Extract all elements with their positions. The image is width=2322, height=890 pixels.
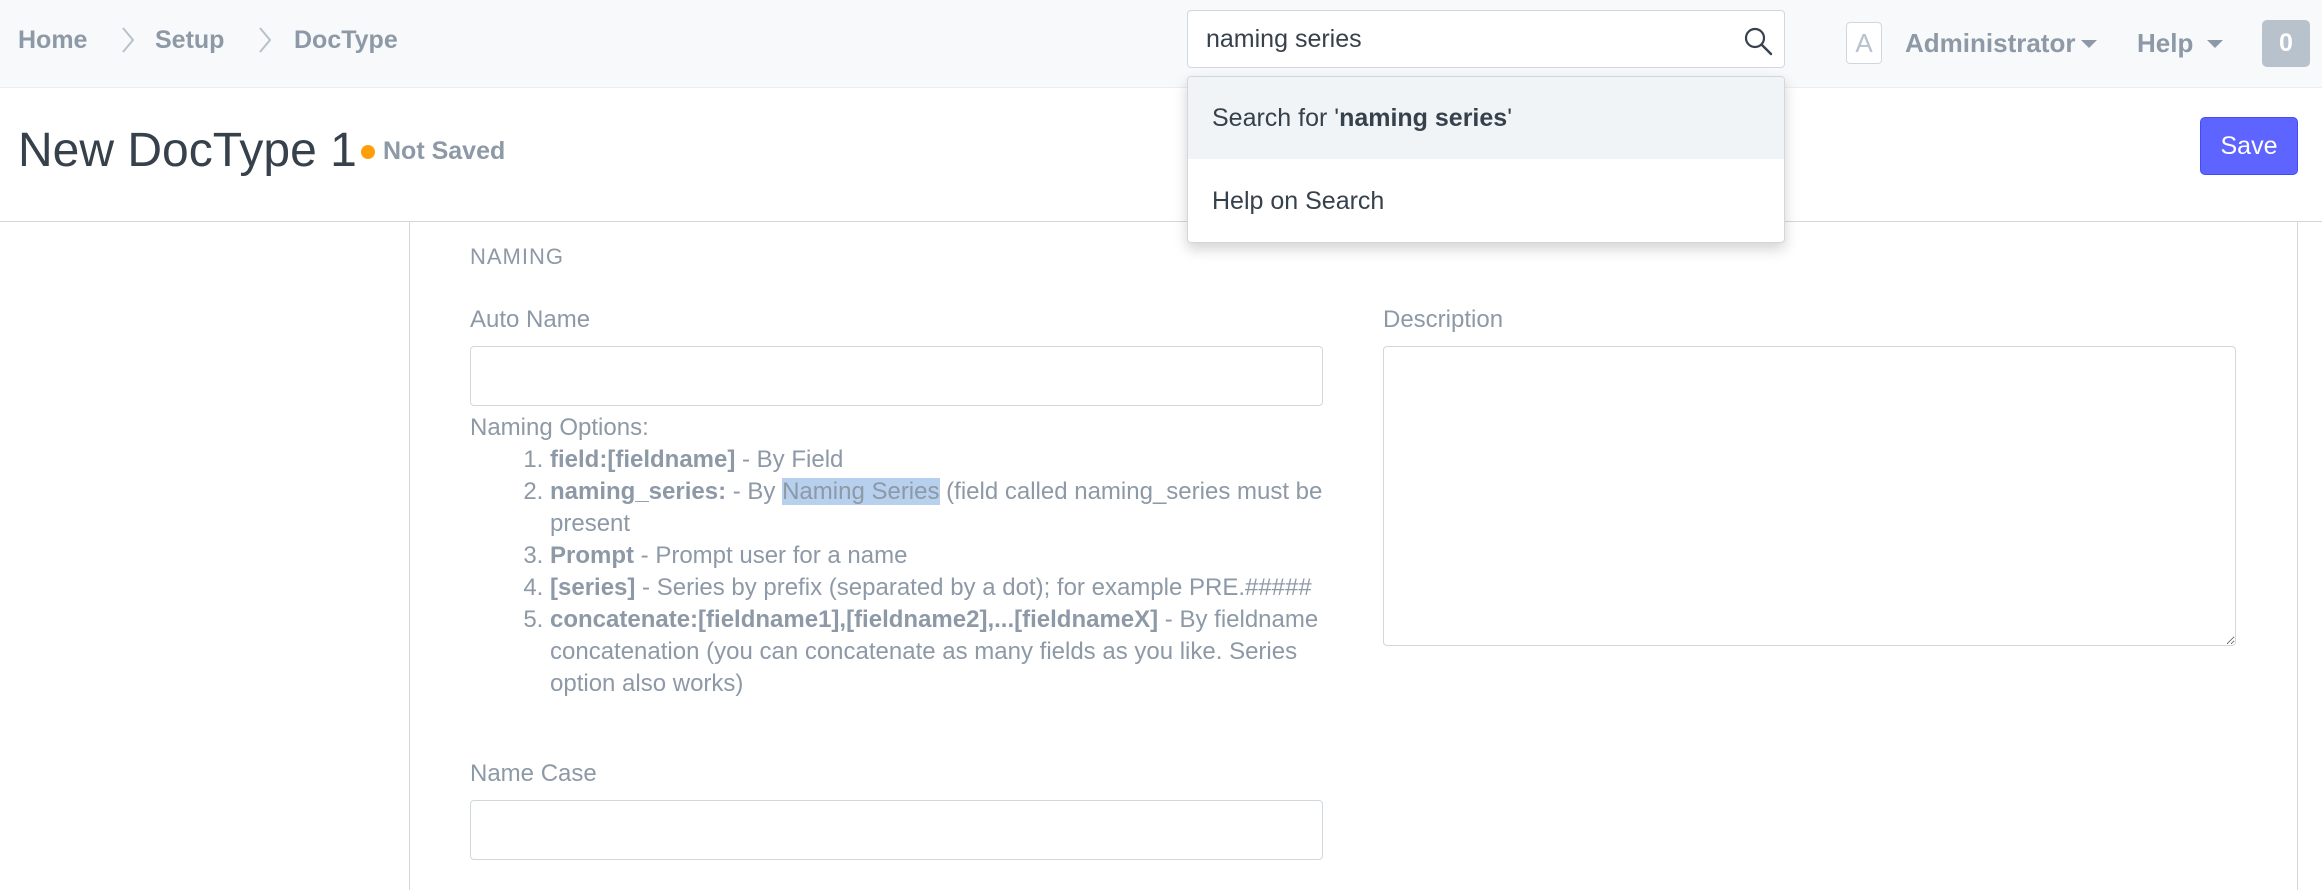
- list-item: concatenate:[fieldname1],[fieldname2],..…: [550, 604, 1325, 700]
- save-button[interactable]: Save: [2200, 117, 2298, 175]
- auto-name-input[interactable]: [470, 346, 1323, 406]
- description-textarea[interactable]: [1383, 346, 2236, 646]
- selected-text: Naming Series: [782, 478, 940, 505]
- description-label: Description: [1383, 306, 1504, 333]
- naming-options-list: field:[fieldname] - By Field naming_seri…: [470, 444, 1325, 700]
- breadcrumb-home[interactable]: Home: [18, 26, 87, 55]
- notifications-badge[interactable]: 0: [2262, 20, 2310, 67]
- chevron-right-icon: [122, 27, 135, 53]
- page-title: New DocType 1: [18, 124, 357, 177]
- awesomebar-search[interactable]: [1187, 10, 1785, 68]
- name-case-label: Name Case: [470, 760, 597, 787]
- naming-options-title: Naming Options:: [470, 414, 649, 441]
- search-input[interactable]: [1206, 23, 1726, 55]
- list-item: field:[fieldname] - By Field: [550, 444, 1325, 476]
- chevron-right-icon: [259, 27, 272, 53]
- help-menu[interactable]: Help: [2137, 28, 2193, 59]
- list-item: Prompt - Prompt user for a name: [550, 540, 1325, 572]
- section-heading: NAMING: [470, 244, 564, 269]
- search-for-item[interactable]: Search for 'naming series': [1188, 77, 1784, 159]
- breadcrumb-setup[interactable]: Setup: [155, 26, 224, 55]
- status-badge: Not Saved: [383, 137, 506, 165]
- user-menu[interactable]: Administrator: [1905, 28, 2075, 59]
- list-item: [series] - Series by prefix (separated b…: [550, 572, 1325, 604]
- caret-down-icon[interactable]: [2081, 40, 2097, 48]
- page-head: New DocType 1 Not Saved Save: [0, 88, 2322, 222]
- search-icon[interactable]: [1742, 25, 1774, 57]
- caret-down-icon[interactable]: [2207, 40, 2223, 48]
- list-item: naming_series: - By Naming Series (field…: [550, 476, 1325, 540]
- help-on-search-item[interactable]: Help on Search: [1188, 159, 1784, 242]
- status-indicator-dot: [361, 145, 375, 159]
- search-dropdown: Search for 'naming series' Help on Searc…: [1187, 76, 1785, 243]
- auto-name-label: Auto Name: [470, 306, 591, 333]
- avatar[interactable]: A: [1846, 22, 1882, 64]
- breadcrumb-doctype[interactable]: DocType: [294, 26, 398, 55]
- navbar: Home Setup DocType A Administrator Help …: [0, 0, 2322, 88]
- name-case-input[interactable]: [470, 800, 1323, 860]
